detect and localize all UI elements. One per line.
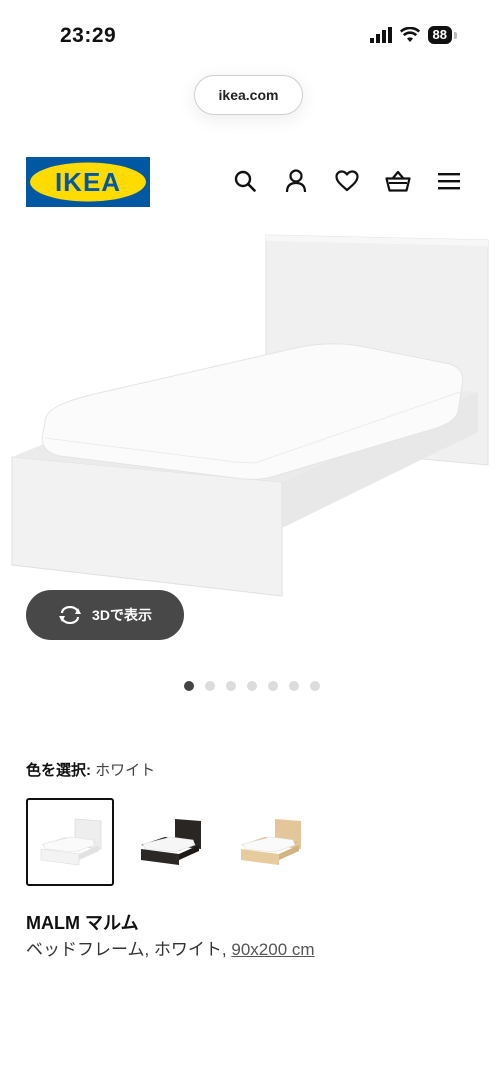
carousel-dot[interactable] [205,681,215,691]
color-select-label: 色を選択: ホワイト [26,759,155,780]
carousel-dot[interactable] [289,681,299,691]
battery-tip [454,31,457,39]
product-description: ベッドフレーム, ホワイト, 90x200 cm [26,935,315,960]
carousel-dot[interactable] [268,681,278,691]
product-image-malm-bed[interactable] [0,228,499,608]
view-3d-label: 3Dで表示 [92,607,152,623]
account-icon[interactable] [281,166,311,196]
battery-indicator: 88 [427,26,457,44]
search-icon[interactable] [230,166,260,196]
menu-hamburger-icon[interactable] [434,166,464,196]
product-size-link[interactable]: 90x200 cm [231,940,314,959]
product-name: MALM マルム [26,913,139,933]
product-description-text: ベッドフレーム, ホワイト, [26,940,232,959]
oak-veneer-bed-swatch[interactable] [226,798,314,886]
ikea-logo[interactable]: IKEA [26,157,150,207]
rotate-3d-icon [59,606,82,624]
browser-url-bar[interactable]: ikea.com [194,75,303,115]
image-carousel-dots [184,681,320,691]
cellular-signal-icon [369,27,392,43]
black-brown-bed-swatch[interactable] [126,798,214,886]
status-bar: 23:29 88 [0,0,499,70]
header-nav-icons [230,166,464,196]
color-select-value: ホワイト [95,762,156,779]
logo-text: IKEA [55,167,121,197]
status-icons: 88 [369,26,457,44]
wifi-icon [399,27,420,42]
color-select-key: 色を選択: [26,762,91,779]
shopping-basket-icon[interactable] [383,166,413,196]
carousel-dot[interactable] [184,681,194,691]
battery-level: 88 [427,26,452,44]
color-swatches [26,798,314,886]
carousel-dot[interactable] [226,681,236,691]
carousel-dot[interactable] [310,681,320,691]
white-bed-swatch[interactable] [26,798,114,886]
view-3d-button[interactable]: 3Dで表示 [26,590,184,640]
carousel-dot[interactable] [247,681,257,691]
status-time: 23:29 [60,24,117,47]
favorites-heart-icon[interactable] [332,166,362,196]
